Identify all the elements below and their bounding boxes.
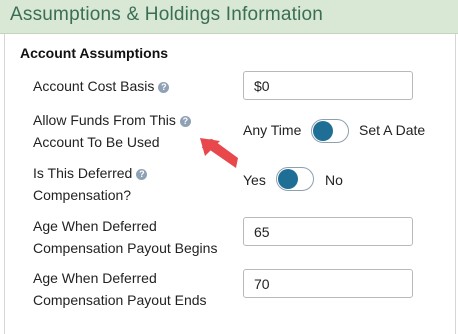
payout-begins-input[interactable] xyxy=(243,217,413,246)
allow-funds-option-any-time[interactable]: Any Time xyxy=(243,122,301,138)
help-icon[interactable]: ? xyxy=(179,116,191,127)
allow-funds-option-set-a-date[interactable]: Set A Date xyxy=(359,122,425,138)
deferred-label: Is This Deferred? Compensation? xyxy=(33,162,148,206)
payout-begins-label-line2: Compensation Payout Begins xyxy=(33,240,218,256)
cost-basis-label-text: Account Cost Basis xyxy=(33,78,155,94)
deferred-toggle[interactable] xyxy=(276,167,314,191)
payout-begins-label: Age When Deferred Compensation Payout Beg… xyxy=(33,215,217,259)
header-bar: Assumptions & Holdings Information xyxy=(0,0,458,34)
deferred-option-no[interactable]: No xyxy=(325,172,343,188)
allow-funds-label-line2: Account To Be Used xyxy=(33,134,160,150)
header-title: Assumptions & Holdings Information xyxy=(10,4,324,25)
toggle-knob xyxy=(278,169,298,189)
payout-ends-label-line1: Age When Deferred xyxy=(33,270,157,286)
allow-funds-label: Allow Funds From This? Account To Be Used xyxy=(33,109,191,153)
payout-begins-label-line1: Age When Deferred xyxy=(33,218,157,234)
pointer-arrow-icon xyxy=(200,138,238,168)
allow-funds-toggle[interactable] xyxy=(311,119,349,143)
deferred-option-yes[interactable]: Yes xyxy=(243,172,266,188)
help-icon[interactable]: ? xyxy=(158,82,170,93)
payout-ends-input[interactable] xyxy=(243,269,413,298)
payout-ends-label: Age When Deferred Compensation Payout End… xyxy=(33,267,207,311)
deferred-label-line1: Is This Deferred xyxy=(33,165,133,181)
help-icon[interactable]: ? xyxy=(136,169,148,180)
section-title: Account Assumptions xyxy=(20,45,169,61)
cost-basis-input[interactable] xyxy=(243,71,413,100)
toggle-knob xyxy=(313,121,333,141)
allow-funds-label-line1: Allow Funds From This xyxy=(33,112,176,128)
deferred-label-line2: Compensation? xyxy=(33,187,132,203)
cost-basis-label: Account Cost Basis? xyxy=(33,75,170,97)
payout-ends-label-line2: Compensation Payout Ends xyxy=(33,292,207,308)
